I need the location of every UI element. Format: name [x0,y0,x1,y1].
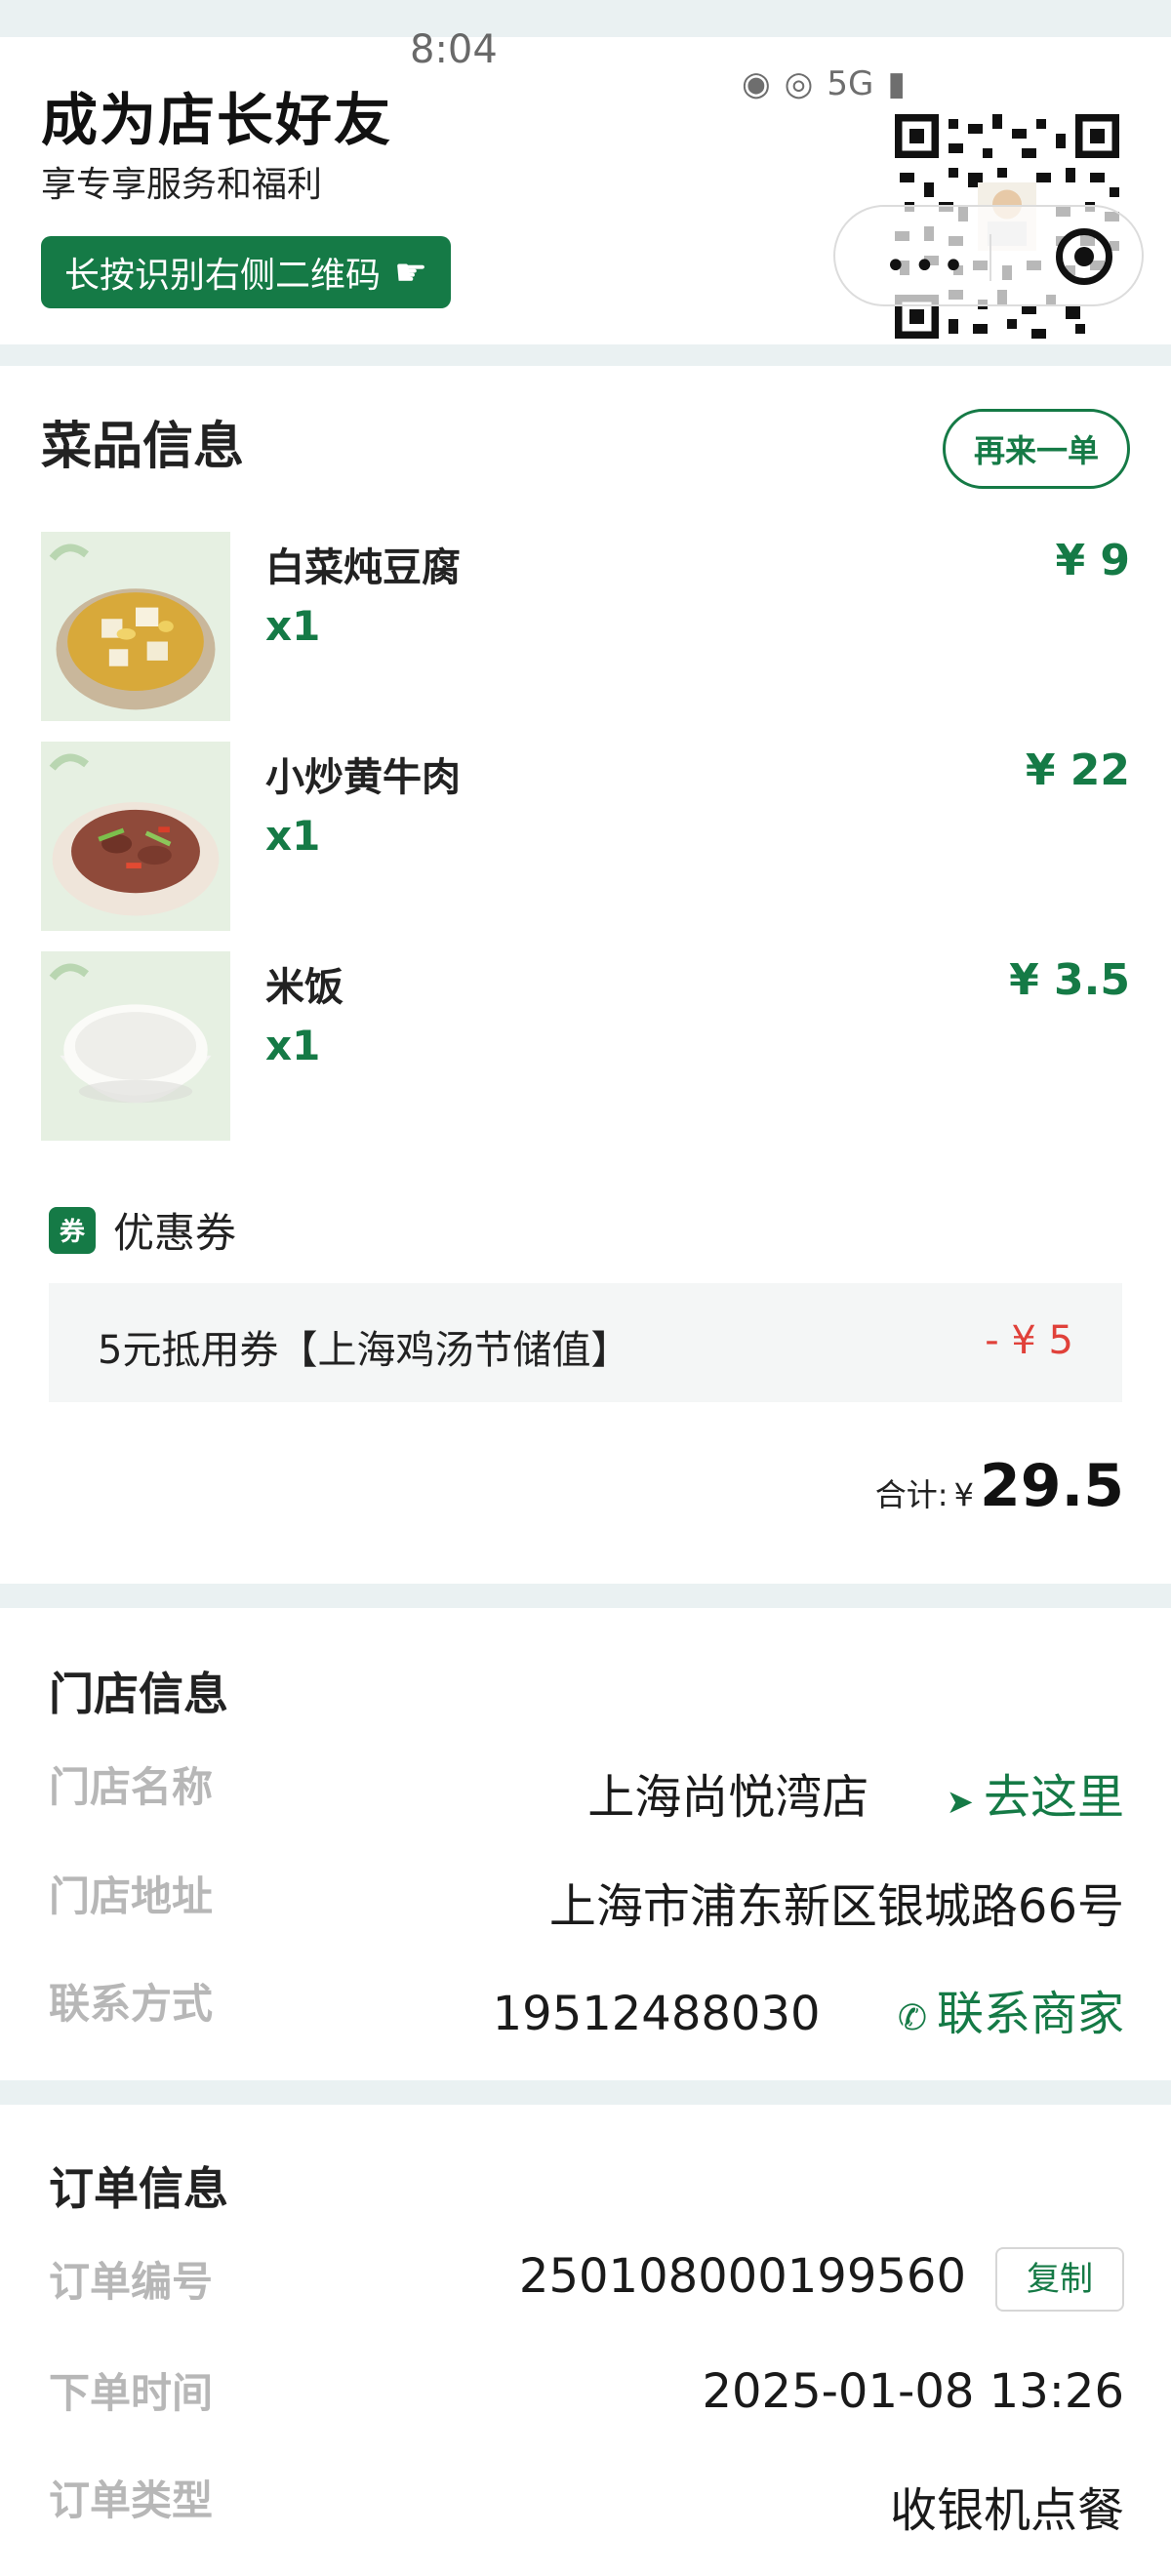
dish-price: ¥ 22 [1025,745,1130,795]
signal-icon: ▮ [887,64,907,103]
order-type-value: 收银机点餐 [889,2483,1124,2538]
store-info-card: 门店信息 门店名称 上海尚悦湾店 ➤ 去这里 门店地址 上海市浦东新区银城路66号… [0,1608,1171,2080]
store-address-value: 上海市浦东新区银城路66号 [548,1879,1124,1934]
dish-quantity: x1 [265,602,321,650]
dish-price: ¥ 3.5 [1009,955,1130,1005]
banner-title: 成为店长好友 [41,87,393,153]
order-number-row: 订单编号 250108000199560 复制 [49,2247,1124,2317]
navigation-arrow-icon: ➤ [946,1783,974,1822]
rice-bowl-image [41,951,230,1141]
dish-photo [41,532,230,721]
network-type: 5G [827,64,874,103]
order-time-key: 下单时间 [49,2369,214,2417]
capsule-divider [989,234,991,281]
copy-button[interactable]: 复制 [995,2247,1124,2312]
section-title-order: 订单信息 [49,2162,228,2215]
dish-quantity: x1 [265,812,321,860]
contact-merchant-button[interactable]: ✆ 联系商家 [898,1987,1124,2041]
coupon-row: 5元抵用券【上海鸡汤节储值】 - ¥ 5 [49,1283,1122,1402]
store-address-row: 门店地址 上海市浦东新区银城路66号 [49,1864,1124,1934]
order-type-key: 订单类型 [49,2476,214,2524]
close-mini-program-icon[interactable] [1056,228,1112,285]
phone-icon: ✆ [897,1998,927,2038]
section-title-dishes: 菜品信息 [41,418,245,476]
scan-qr-button-label: 长按识别右侧二维码 [64,256,382,296]
total-currency: ¥ [953,1476,974,1513]
stir-fried-beef-image [41,742,230,931]
contact-merchant-label: 联系商家 [936,1987,1124,2041]
store-name-value-group: 上海尚悦湾店 ➤ 去这里 [587,1758,1124,1827]
order-time-value: 2025-01-08 13:26 [702,2364,1124,2419]
order-type-row: 订单类型 收银机点餐 [49,2468,1124,2538]
scan-qr-button[interactable]: 长按识别右侧二维码 ☛ [41,236,452,308]
dish-photo [41,742,230,931]
tofu-stew-image [41,532,230,721]
order-info-card: 订单信息 订单编号 250108000199560 复制 下单时间 2025-01… [0,2105,1171,2576]
section-title-store: 门店信息 [49,1668,228,1720]
order-number-key: 订单编号 [49,2258,214,2306]
dish-name: 白菜炖豆腐 [265,545,461,590]
banner-subtitle: 享专享服务和福利 [41,165,323,205]
reorder-button[interactable]: 再来一单 [943,409,1130,489]
eye-icon: ◎ [784,64,814,103]
coupon-name: 5元抵用券【上海鸡汤节储值】 [98,1328,630,1373]
mini-program-capsule: ••• [833,205,1144,306]
pointing-hand-icon: ☛ [394,251,428,294]
store-contact-key: 联系方式 [49,1980,214,2028]
store-name-value: 上海尚悦湾店 [587,1770,869,1825]
store-name-row: 门店名称 上海尚悦湾店 ➤ 去这里 [49,1754,1124,1825]
dish-item[interactable]: 小炒黄牛肉 x1 ¥ 22 [41,742,1130,931]
status-time: 8:04 [410,27,498,72]
store-name-key: 门店名称 [49,1763,214,1811]
coupon-discount: - ¥ 5 [985,1318,1073,1363]
store-contact-value-group: 19512488030 ✆ 联系商家 [493,1975,1124,2043]
order-number-value-group: 250108000199560 复制 [519,2247,1124,2312]
navigate-button[interactable]: ➤ 去这里 [946,1770,1124,1825]
dish-name: 小炒黄牛肉 [265,755,461,800]
dish-photo [41,951,230,1141]
store-address-key: 门店地址 [49,1872,214,1920]
order-time-row: 下单时间 2025-01-08 13:26 [49,2360,1124,2429]
hd-call-icon: ◉ [742,64,771,103]
total-amount: 29.5 [979,1452,1124,1520]
order-number-value: 250108000199560 [518,2249,966,2304]
store-owner-banner: 成为店长好友 享专享服务和福利 长按识别右侧二维码 ☛ ••• [0,37,1171,344]
navigate-label: 去这里 [983,1770,1124,1825]
coupon-icon: 券 [49,1206,96,1254]
dish-quantity: x1 [265,1022,321,1069]
dish-name: 米饭 [265,965,343,1010]
store-phone-number: 19512488030 [492,1987,821,2041]
status-icons: ◉ ◎ 5G ▮ [742,64,906,103]
store-contact-row: 联系方式 19512488030 ✆ 联系商家 [49,1971,1124,2041]
total-label: 合计: [874,1476,949,1513]
order-total: 合计: ¥ 29.5 [875,1452,1124,1520]
dish-info-card: 菜品信息 再来一单 白菜炖豆腐 x1 ¥ 9 小炒黄牛肉 x1 ¥ 22 米饭 … [0,366,1171,1584]
dish-item[interactable]: 米饭 x1 ¥ 3.5 [41,951,1130,1141]
coupon-label: 优惠券 [113,1209,237,1257]
dish-price: ¥ 9 [1055,536,1130,585]
more-options-icon[interactable]: ••• [884,244,971,289]
dish-item[interactable]: 白菜炖豆腐 x1 ¥ 9 [41,532,1130,721]
coupon-header: 券 优惠券 [49,1200,236,1260]
